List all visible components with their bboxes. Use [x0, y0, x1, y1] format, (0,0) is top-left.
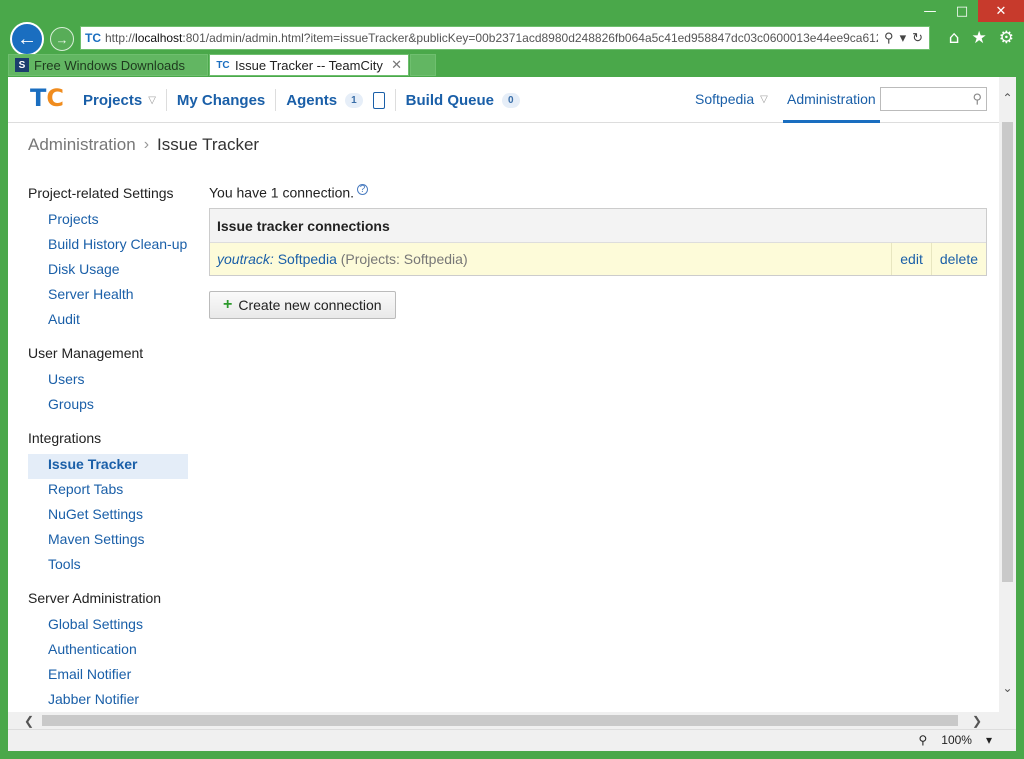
connections-table: Issue tracker connections youtrack: Soft…	[209, 208, 987, 276]
main-content: You have 1 connection.? Issue tracker co…	[209, 184, 987, 319]
tab-label: Issue Tracker -- TeamCity	[235, 57, 383, 73]
connection-projects: (Projects: Softpedia)	[340, 251, 468, 267]
scroll-up-icon[interactable]: ⌃	[999, 89, 1016, 107]
teamcity-favicon-icon: TC	[85, 31, 101, 45]
create-new-connection-button[interactable]: + Create new connection	[209, 291, 396, 319]
table-header: Issue tracker connections	[210, 209, 986, 243]
address-bar[interactable]: TC http://localhost:801/admin/admin.html…	[80, 26, 930, 50]
sidebar-item-report-tabs[interactable]: Report Tabs	[28, 479, 188, 504]
sidebar-item-maven-settings[interactable]: Maven Settings	[28, 529, 188, 554]
build-queue-count-badge: 0	[502, 92, 520, 108]
connection-info: youtrack: Softpedia (Projects: Softpedia…	[210, 251, 891, 267]
scroll-right-icon[interactable]: ❯	[968, 712, 986, 729]
dropdown-icon[interactable]: ▾	[900, 30, 907, 46]
teamcity-tab-favicon-icon: TC	[216, 59, 230, 71]
browser-toolbar: ⌂ ★ ⚙	[949, 28, 1014, 48]
favorites-star-icon[interactable]: ★	[972, 28, 987, 48]
menu-projects[interactable]: Projects ▽	[83, 89, 167, 111]
tab-label: Free Windows Downloads	[34, 57, 186, 73]
vertical-scroll-thumb[interactable]	[1002, 122, 1013, 582]
breadcrumb: Administration › Issue Tracker	[28, 135, 259, 155]
sidebar-item-email-notifier[interactable]: Email Notifier	[28, 664, 188, 689]
section-title: Project-related Settings	[28, 185, 174, 201]
table-row: youtrack: Softpedia (Projects: Softpedia…	[210, 243, 986, 275]
sidebar-item-global-settings[interactable]: Global Settings	[28, 614, 188, 639]
back-arrow-icon[interactable]: ←	[10, 22, 44, 56]
tab-free-windows-downloads[interactable]: S Free Windows Downloads	[8, 54, 208, 76]
close-tab-icon[interactable]: ✕	[391, 57, 402, 73]
sidebar-item-build-history-clean-up[interactable]: Build History Clean-up	[28, 234, 188, 259]
zoom-control[interactable]: ⚲ 100% ▾	[918, 733, 992, 747]
search-input[interactable]: ⚲	[880, 87, 987, 111]
zoom-icon: ⚲	[918, 733, 928, 747]
sidebar-item-groups[interactable]: Groups	[28, 394, 188, 419]
minimize-icon[interactable]: —	[914, 0, 946, 22]
page-viewport: TC Projects ▽ My Changes Agents 1 Build …	[8, 77, 999, 712]
window-controls: — □ ✕	[914, 0, 1024, 22]
breadcrumb-administration[interactable]: Administration	[28, 135, 136, 155]
refresh-icon[interactable]: ↻	[912, 30, 923, 46]
zoom-dropdown-icon[interactable]: ▾	[986, 733, 992, 747]
home-icon[interactable]: ⌂	[949, 28, 960, 48]
chevron-right-icon: ›	[143, 136, 150, 153]
sidebar-item-projects[interactable]: Projects	[28, 209, 188, 234]
chevron-down-icon[interactable]: ▽	[760, 94, 768, 105]
search-icon[interactable]: ⚲	[884, 30, 894, 46]
sidebar-item-issue-tracker[interactable]: Issue Tracker	[28, 454, 188, 479]
zoom-level: 100%	[941, 733, 972, 747]
teamcity-logo[interactable]: TC	[30, 83, 64, 113]
agents-count-badge: 1	[345, 92, 363, 108]
administration-link[interactable]: Administration	[783, 77, 880, 123]
horizontal-scrollbar[interactable]: ❮ ❯	[8, 712, 999, 729]
browser-window: — □ ✕ ← → TC http://localhost:801/admin/…	[0, 0, 1024, 759]
connection-count: You have 1 connection.?	[209, 184, 987, 208]
sidebar-item-tools[interactable]: Tools	[28, 554, 188, 579]
new-tab-button[interactable]	[410, 54, 436, 76]
sidebar-item-users[interactable]: Users	[28, 369, 188, 394]
maximize-icon[interactable]: □	[946, 0, 978, 22]
sidebar-item-nuget-settings[interactable]: NuGet Settings	[28, 504, 188, 529]
help-icon[interactable]: ?	[357, 184, 369, 195]
horizontal-scroll-thumb[interactable]	[42, 715, 958, 726]
search-icon[interactable]: ⚲	[972, 91, 982, 107]
scroll-down-icon[interactable]: ⌄	[999, 679, 1016, 697]
chevron-down-icon[interactable]: ▽	[148, 95, 156, 106]
scroll-left-icon[interactable]: ❮	[20, 712, 38, 729]
plus-icon: +	[223, 296, 233, 313]
connection-type: youtrack:	[217, 251, 274, 267]
connection-name: Softpedia	[277, 251, 337, 267]
page-title: Issue Tracker	[157, 135, 260, 154]
close-window-icon[interactable]: ✕	[978, 0, 1024, 22]
settings-gear-icon[interactable]: ⚙	[999, 28, 1014, 48]
scrollbar-corner	[999, 712, 1016, 729]
main-menu: Projects ▽ My Changes Agents 1 Build Que…	[83, 89, 530, 111]
softpedia-favicon-icon: S	[15, 58, 29, 72]
navigation-bar: ← → TC http://localhost:801/admin/admin.…	[8, 22, 1018, 56]
teamcity-header: TC Projects ▽ My Changes Agents 1 Build …	[8, 77, 999, 123]
url-text[interactable]: http://localhost:801/admin/admin.html?it…	[105, 31, 878, 45]
status-bar: ⚲ 100% ▾	[8, 729, 1016, 751]
vertical-scrollbar[interactable]: ⌃ ⌄	[999, 77, 1016, 712]
menu-build-queue[interactable]: Build Queue 0	[396, 89, 530, 111]
agent-icon	[372, 91, 385, 109]
forward-arrow-icon[interactable]: →	[50, 27, 74, 51]
edit-connection-link[interactable]: edit	[891, 243, 931, 275]
section-title: Server Administration	[28, 590, 162, 606]
section-title: User Management	[28, 345, 144, 361]
sidebar-item-disk-usage[interactable]: Disk Usage	[28, 259, 188, 284]
menu-my-changes[interactable]: My Changes	[167, 89, 277, 111]
admin-sidebar: Project-related Settings Projects Build …	[28, 184, 188, 712]
delete-connection-link[interactable]: delete	[930, 243, 986, 275]
sidebar-item-jabber-notifier[interactable]: Jabber Notifier	[28, 689, 188, 712]
menu-agents[interactable]: Agents 1	[276, 89, 396, 111]
address-tools: ⚲ ▾ ↻	[878, 30, 929, 46]
tab-strip: S Free Windows Downloads TC Issue Tracke…	[8, 54, 437, 76]
sidebar-item-authentication[interactable]: Authentication	[28, 639, 188, 664]
sidebar-item-server-health[interactable]: Server Health	[28, 284, 188, 309]
sidebar-item-audit[interactable]: Audit	[28, 309, 188, 334]
tab-issue-tracker[interactable]: TC Issue Tracker -- TeamCity ✕	[209, 54, 409, 76]
user-menu[interactable]: Softpedia ▽	[695, 91, 768, 107]
section-title: Integrations	[28, 430, 102, 446]
